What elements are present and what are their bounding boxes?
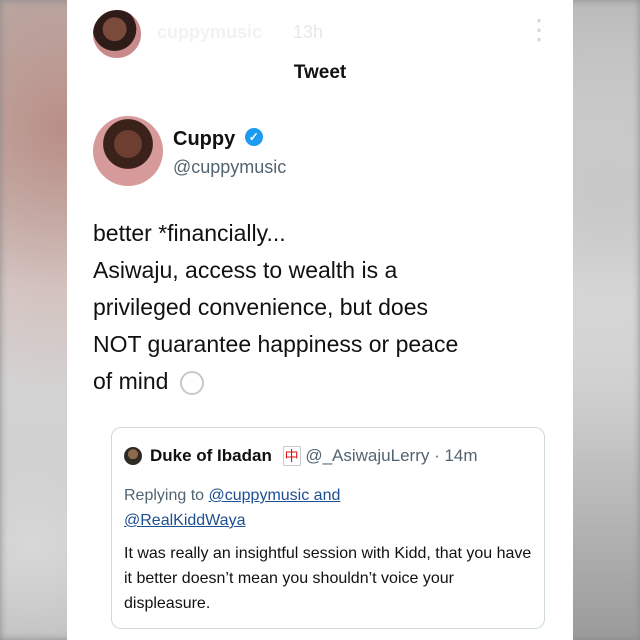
- quoted-body: It was really an insightful session with…: [124, 545, 532, 612]
- thought-bubble-icon: [179, 370, 204, 395]
- tweet-line: Asiwaju, access to wealth is a: [93, 257, 398, 283]
- quoted-time: 14m: [444, 446, 478, 465]
- tweet-line-last: of mind: [93, 363, 553, 400]
- quoted-header: Duke of Ibadan 中 @_AsiwajuLerry · 14m: [150, 446, 478, 466]
- story-avatar[interactable]: [91, 8, 143, 60]
- tweet-line-text: of mind: [93, 368, 169, 394]
- tweet-line: NOT guarantee happiness or peace: [93, 331, 459, 357]
- tweet-line: privileged convenience, but does: [93, 294, 429, 320]
- story-card: cuppymusic 13h ⋮ Tweet Cuppy ✓ @cuppymus…: [67, 0, 573, 640]
- tweet-page-title: Tweet: [293, 62, 347, 83]
- author-name-text: Cuppy: [173, 128, 236, 150]
- reply-link-realkiddwaya[interactable]: @RealKiddWaya: [124, 512, 245, 529]
- quoted-avatar[interactable]: [124, 447, 142, 465]
- verified-icon: ✓: [244, 128, 263, 146]
- meta-separator: ·: [429, 446, 445, 465]
- author-handle[interactable]: @cuppymusic: [173, 157, 286, 178]
- quoted-author-name[interactable]: Duke of Ibadan: [150, 446, 272, 465]
- story-header: cuppymusic 13h ⋮: [67, 0, 573, 60]
- kebab-menu-icon[interactable]: ⋮: [525, 12, 553, 48]
- replying-to: Replying to @cuppymusic and @RealKiddWay…: [124, 483, 534, 533]
- reply-link-cuppymusic[interactable]: @cuppymusic and: [209, 487, 341, 504]
- quoted-tweet[interactable]: Duke of Ibadan 中 @_AsiwajuLerry · 14m Re…: [111, 427, 545, 629]
- tweet-line: better *financially...: [93, 220, 286, 246]
- author-avatar[interactable]: [93, 116, 163, 186]
- mahjong-tile-icon: 中: [282, 446, 301, 466]
- story-time: 13h: [293, 22, 324, 42]
- quoted-author-handle[interactable]: @_AsiwajuLerry: [305, 446, 429, 465]
- author-name[interactable]: Cuppy ✓: [173, 128, 263, 151]
- tweet-body: better *financially... Asiwaju, access t…: [93, 215, 553, 400]
- story-username[interactable]: cuppymusic: [157, 22, 262, 43]
- replying-prefix: Replying to: [124, 487, 205, 504]
